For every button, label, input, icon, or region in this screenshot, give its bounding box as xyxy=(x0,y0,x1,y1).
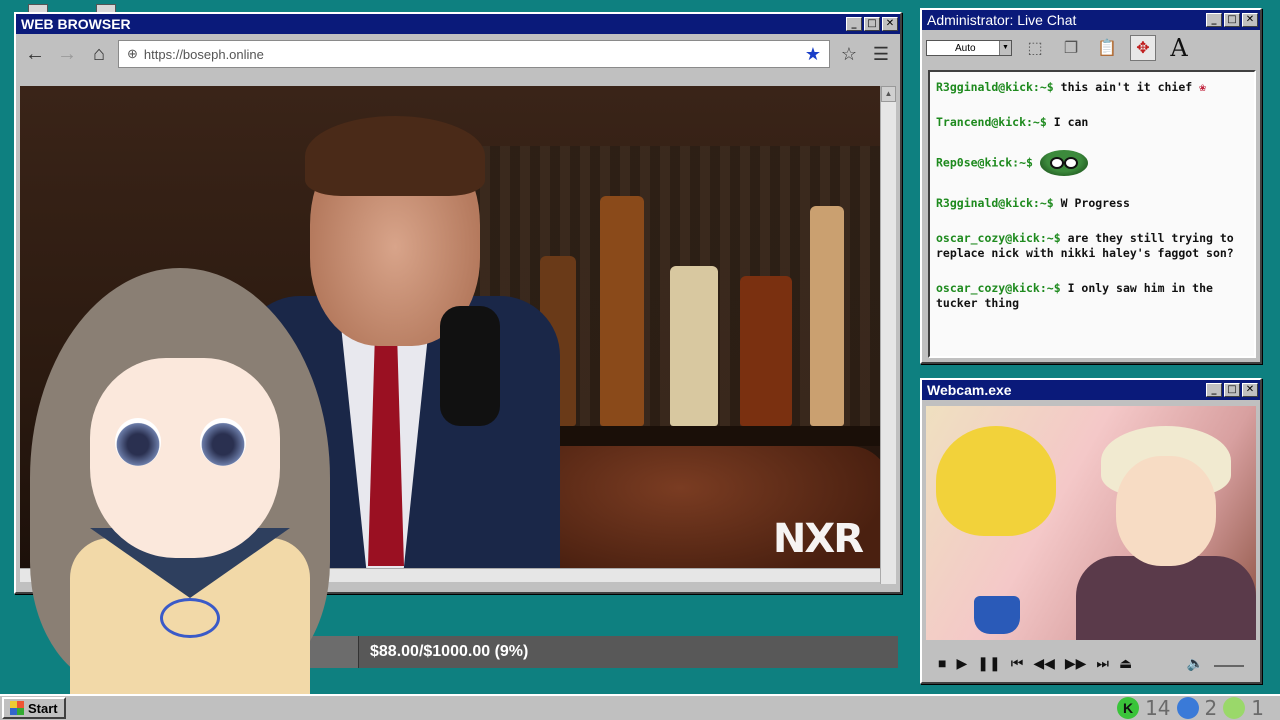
tray-count: 14 xyxy=(1145,696,1171,720)
home-icon[interactable]: ⌂ xyxy=(86,40,112,68)
volume-slider[interactable] xyxy=(1214,659,1244,667)
minimize-button[interactable]: _ xyxy=(846,17,862,31)
browser-title: WEB BROWSER xyxy=(21,16,131,32)
chat-username[interactable]: Trancend@kick:~$ xyxy=(936,115,1047,129)
stop-icon[interactable]: ■ xyxy=(938,655,946,671)
tray-count: 1 xyxy=(1251,696,1264,720)
chat-username[interactable]: Rep0se@kick:~$ xyxy=(936,156,1033,170)
font-icon[interactable]: A xyxy=(1166,34,1192,62)
skip-back-icon[interactable]: ⏮ xyxy=(1011,655,1024,672)
favorites-icon[interactable]: ☆ xyxy=(836,40,862,68)
media-controls: ■ ▶ ❚❚ ⏮ ◀◀ ▶▶ ⏭ ⏏ 🔈 xyxy=(926,648,1256,678)
maximize-button[interactable]: □ xyxy=(864,17,880,31)
chat-message: Trancend@kick:~$ I can xyxy=(936,115,1248,130)
address-bar[interactable]: ⊕ https://boseph.online ★ xyxy=(118,40,830,68)
chat-message: oscar_cozy@kick:~$ are they still trying… xyxy=(936,231,1248,261)
chat-message: R3gginald@kick:~$ this ain't it chief ❀ xyxy=(936,80,1248,95)
close-button[interactable]: ✕ xyxy=(1242,13,1258,27)
avatar-eye xyxy=(115,418,161,466)
system-tray: K 14 2 1 xyxy=(1117,696,1278,720)
globe-icon: ⊕ xyxy=(127,46,138,61)
blue-mug xyxy=(974,596,1020,634)
chat-message: Rep0se@kick:~$ xyxy=(936,150,1248,176)
windows-logo-icon xyxy=(10,701,24,715)
kick-icon[interactable]: K xyxy=(1117,697,1140,719)
eject-icon[interactable]: ⏏ xyxy=(1119,655,1132,672)
live-chat-window: Administrator: Live Chat _ □ ✕ Auto ▼ ⬚ … xyxy=(920,8,1262,364)
font-size-value: Auto xyxy=(955,42,976,54)
rose-emote-icon: ❀ xyxy=(1192,80,1207,94)
video-watermark: NXR xyxy=(772,516,864,562)
skip-forward-icon[interactable]: ⏭ xyxy=(1096,655,1109,672)
volume-icon[interactable]: 🔈 xyxy=(1187,655,1204,672)
pepe-emote-icon xyxy=(1039,150,1088,176)
forward-icon[interactable]: → xyxy=(54,40,80,68)
webcam-titlebar[interactable]: Webcam.exe _ □ ✕ xyxy=(922,380,1260,400)
vtuber-avatar xyxy=(20,268,340,720)
close-button[interactable]: ✕ xyxy=(1242,383,1258,397)
chat-text: I can xyxy=(1053,115,1089,129)
fast-forward-icon[interactable]: ▶▶ xyxy=(1065,655,1087,672)
start-button[interactable]: Start xyxy=(2,697,66,719)
bottle xyxy=(810,206,844,426)
moon-icon[interactable] xyxy=(1176,697,1199,719)
bottle xyxy=(740,276,792,426)
rewind-icon[interactable]: ◀◀ xyxy=(1033,655,1055,672)
start-label: Start xyxy=(28,700,58,716)
microphone xyxy=(440,306,500,426)
chat-username[interactable]: R3gginald@kick:~$ xyxy=(936,196,1054,210)
copy-icon[interactable]: ❐ xyxy=(1058,35,1084,61)
chat-title: Administrator: Live Chat xyxy=(927,12,1077,28)
donation-text: $88.00/$1000.00 (9%) xyxy=(370,643,529,660)
taskbar: Start K 14 2 1 xyxy=(0,694,1280,720)
paste-icon[interactable]: 📋 xyxy=(1094,35,1120,61)
chat-titlebar[interactable]: Administrator: Live Chat _ □ ✕ xyxy=(922,10,1260,30)
font-size-select[interactable]: Auto ▼ xyxy=(926,40,1012,56)
url-text: https://boseph.online xyxy=(143,46,264,62)
maximize-button[interactable]: □ xyxy=(1224,13,1240,27)
chat-messages[interactable]: R3gginald@kick:~$ this ain't it chief ❀ T… xyxy=(928,70,1256,358)
tray-count: 2 xyxy=(1204,696,1218,720)
vertical-scrollbar[interactable]: ▲ xyxy=(880,86,896,584)
maximize-button[interactable]: □ xyxy=(1224,383,1240,397)
bottle xyxy=(670,266,718,426)
chat-text: W Progress xyxy=(1060,196,1130,210)
chat-text: this ain't it chief xyxy=(1060,80,1193,94)
play-circle-icon[interactable] xyxy=(1223,697,1246,719)
move-icon[interactable]: ✥ xyxy=(1130,35,1156,61)
menu-icon[interactable]: ☰ xyxy=(868,40,894,68)
chat-username[interactable]: oscar_cozy@kick:~$ xyxy=(936,231,1061,245)
close-button[interactable]: ✕ xyxy=(882,17,898,31)
chat-username[interactable]: R3gginald@kick:~$ xyxy=(936,80,1054,94)
avatar-eye xyxy=(200,418,246,466)
back-icon[interactable]: ← xyxy=(22,40,48,68)
chat-message: oscar_cozy@kick:~$ I only saw him in the… xyxy=(936,281,1248,311)
chat-toolbar: Auto ▼ ⬚ ❐ 📋 ✥ A xyxy=(922,30,1260,66)
chat-username[interactable]: oscar_cozy@kick:~$ xyxy=(936,281,1061,295)
avatar-face xyxy=(90,358,280,558)
man-hair xyxy=(305,116,485,196)
webcam-feed xyxy=(926,406,1256,640)
chat-message: R3gginald@kick:~$ W Progress xyxy=(936,196,1248,211)
bookmark-star-icon[interactable]: ★ xyxy=(805,44,821,65)
avatar-face xyxy=(1116,456,1216,566)
browser-navbar: ← → ⌂ ⊕ https://boseph.online ★ ☆ ☰ xyxy=(16,34,900,74)
bottle xyxy=(600,196,644,426)
play-icon[interactable]: ▶ xyxy=(956,655,967,672)
select-icon[interactable]: ⬚ xyxy=(1022,35,1048,61)
minimize-button[interactable]: _ xyxy=(1206,383,1222,397)
avatar-ribbon xyxy=(160,598,220,638)
chevron-down-icon[interactable]: ▼ xyxy=(999,41,1011,55)
minimize-button[interactable]: _ xyxy=(1206,13,1222,27)
donation-progress-bar: $88.00/$1000.00 (9%) xyxy=(306,636,898,668)
plush-toy xyxy=(936,426,1056,536)
pause-icon[interactable]: ❚❚ xyxy=(977,655,1000,672)
webcam-title: Webcam.exe xyxy=(927,382,1012,398)
avatar-sweater xyxy=(1076,556,1256,640)
browser-titlebar[interactable]: WEB BROWSER _ □ ✕ xyxy=(16,14,900,34)
scroll-up-icon[interactable]: ▲ xyxy=(881,86,896,102)
webcam-window: Webcam.exe _ □ ✕ ■ ▶ ❚❚ ⏮ ◀◀ ▶▶ ⏭ ⏏ 🔈 xyxy=(920,378,1262,684)
